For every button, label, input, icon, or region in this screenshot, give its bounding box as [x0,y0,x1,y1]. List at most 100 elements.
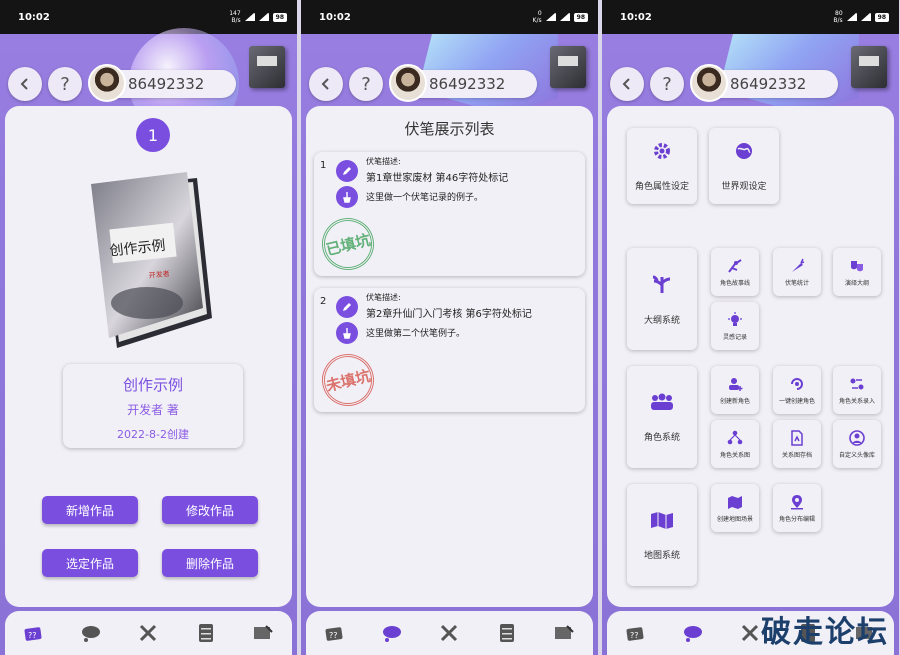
back-button[interactable] [8,67,42,101]
help-button[interactable]: ? [650,67,684,101]
bottom-tab-bar: ?? [306,611,593,655]
user-pill[interactable]: 86492332 [88,64,237,102]
tile-label: 地图系统 [643,550,680,561]
tile-role-attributes[interactable]: 角色属性设定 [627,128,697,204]
tab-thought[interactable] [79,623,103,643]
tab-cards[interactable]: ?? [624,623,648,643]
tile-deduce-outline[interactable]: 演绎大纲 [833,248,881,296]
tile-create-map-scene[interactable]: 创建地图场景 [711,484,759,532]
tile-relation-input[interactable]: 角色关系录入 [833,366,881,414]
forum-watermark: 破走论坛 [761,615,889,650]
tab-thought[interactable] [681,623,705,643]
foreshadow-item[interactable]: 2 伏笔描述: 第2章升仙门入门考核 第6字符处标记 这里做第二个伏笔例子。 未… [314,288,585,412]
globe-icon [736,142,752,159]
chevron-left-icon [20,78,28,90]
book-cover[interactable]: 创作示例 开发者 [87,168,217,348]
item-desc: 第1章世家废材 第46字符处标记 [366,173,509,184]
battery-icon: 98 [272,12,287,22]
status-time: 10:02 [620,11,652,23]
tile-one-click-role[interactable]: 一键创建角色 [773,366,821,414]
svg-text:??: ?? [329,631,338,640]
tile-label: 自定义头像库 [838,451,875,459]
tab-scroll[interactable] [251,623,275,643]
filled-stamp: 已填坑 [316,212,380,276]
work-author: 开发者 著 [127,403,179,417]
tile-role-system[interactable]: 角色系统 [627,366,697,468]
top-bar: ? 86492332 [309,46,590,104]
help-button[interactable]: ? [349,67,383,101]
tile-relation-archive[interactable]: 关系图存档 [773,420,821,468]
add-work-button[interactable]: 新增作品 [42,496,138,524]
item-note: 这里做一个伏笔记录的例子。 [366,193,484,203]
foreshadow-item[interactable]: 1 伏笔描述: 第1章世家废材 第46字符处标记 这里做一个伏笔记录的例子。 已… [314,152,585,276]
foreshadow-list-card: 伏笔展示列表 1 伏笔描述: 第1章世家废材 第46字符处标记 这里做一个伏笔记… [306,106,593,607]
carrot-icon [792,258,805,272]
phone-panel-works: 10:02 147 B/s 98 ? 86492332 1 创作示例 开发者 创… [0,0,297,655]
group-icon [651,393,673,410]
archive-file-icon [791,429,803,446]
fill-foreshadow-button[interactable] [336,322,358,344]
net-speed-value: 80 [835,10,843,17]
avatar [389,64,427,102]
tile-map-system[interactable]: 地图系统 [627,484,697,586]
tab-tools[interactable] [738,623,762,643]
tab-cabinet[interactable] [495,623,519,643]
tab-cards[interactable]: ?? [22,623,46,643]
tile-outline-system[interactable]: 大纲系统 [627,248,697,350]
fill-foreshadow-button[interactable] [336,186,358,208]
user-pill[interactable]: 86492332 [389,64,538,102]
back-button[interactable] [309,67,343,101]
item-label: 伏笔描述: [366,157,401,166]
back-button[interactable] [610,67,644,101]
folded-map-icon [728,495,742,509]
cards-icon: ?? [626,627,644,641]
cabinet-icon [499,624,514,642]
edit-foreshadow-button[interactable] [336,296,358,318]
net-speed: 147 B/s [229,10,240,24]
tab-tools[interactable] [136,623,160,643]
net-speed-value: 147 [229,10,241,17]
tab-cards[interactable]: ?? [323,623,347,643]
tile-avatar-library[interactable]: 自定义头像库 [833,420,881,468]
scroll-icon [254,625,273,639]
tile-inspiration[interactable]: 灵感记录 [711,302,759,350]
tile-create-role[interactable]: 创建新角色 [711,366,759,414]
item-label: 伏笔描述: [366,293,401,302]
tab-cabinet[interactable] [194,623,218,643]
signal-icon [244,13,255,21]
pencil-icon [343,167,351,175]
tile-relation-map[interactable]: 角色关系图 [711,420,759,468]
tab-scroll[interactable] [552,623,576,643]
help-button[interactable]: ? [48,67,82,101]
signal-icon [545,13,556,21]
tile-worldview[interactable]: 世界观设定 [709,128,779,204]
edit-foreshadow-button[interactable] [336,160,358,182]
status-bar: 10:02 80 B/s 98 [602,0,899,34]
tile-label: 创建新角色 [719,397,750,405]
tile-label: 一键创建角色 [778,397,815,405]
user-id: 86492332 [730,75,807,93]
select-work-button[interactable]: 选定作品 [42,549,138,577]
book-stack-icon[interactable] [550,46,586,88]
book-stack-icon[interactable] [851,46,887,88]
tab-tools[interactable] [437,623,461,643]
status-icons: 0 K/s 98 [533,10,588,24]
add-user-icon [729,377,743,391]
tile-role-storyline[interactable]: 角色故事线 [711,248,759,296]
tile-label: 角色关系图 [719,451,750,459]
sprout-icon [652,275,671,293]
delete-work-button[interactable]: 删除作品 [162,549,258,577]
edit-work-button[interactable]: 修改作品 [162,496,258,524]
tools-card: 角色属性设定 世界观设定 大纲系统 角色故事线 伏笔统计 演绎大纲 灵感记录 角… [607,106,894,607]
user-pill[interactable]: 86492332 [690,64,839,102]
screenshot-stage: 10:02 147 B/s 98 ? 86492332 1 创作示例 开发者 创… [0,0,900,655]
thought-icon [684,626,703,642]
tile-foreshadow-stats[interactable]: 伏笔统计 [773,248,821,296]
work-index-badge: 1 [136,118,170,152]
tile-role-distribution[interactable]: 角色分布编辑 [773,484,821,532]
tile-label: 大纲系统 [643,315,680,326]
refresh-user-icon [791,377,803,390]
item-index: 1 [320,160,327,171]
tab-thought[interactable] [380,623,404,643]
book-stack-icon[interactable] [249,46,285,88]
